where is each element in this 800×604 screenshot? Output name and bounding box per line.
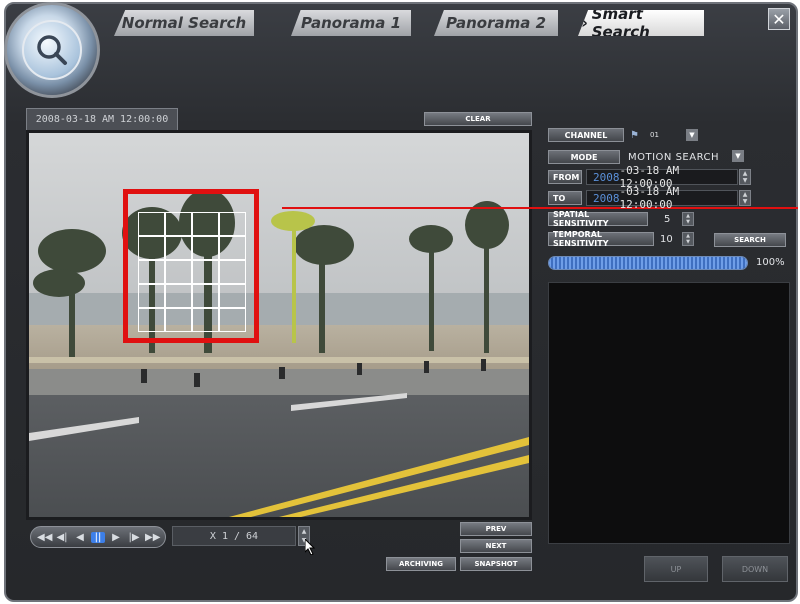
tab-label: Panorama 1 <box>300 14 402 32</box>
spatial-sensitivity-value[interactable]: 5 <box>664 214 670 225</box>
to-stepper[interactable]: ▲ ▼ <box>739 190 751 206</box>
fast-forward-icon[interactable]: ▶▶ <box>145 532 160 543</box>
motion-grid-cell[interactable] <box>138 308 165 332</box>
progress-percent: 100% <box>756 257 785 268</box>
temporal-stepper[interactable]: ▲ ▼ <box>682 232 694 246</box>
stepper-up-icon[interactable]: ▲ <box>743 191 748 198</box>
close-icon: ✕ <box>772 9 786 29</box>
playback-speed: X 1 / 64 <box>172 526 296 546</box>
motion-grid-cell[interactable] <box>219 236 246 260</box>
tab-label: Panorama 2 <box>445 14 547 32</box>
mode-dropdown-icon[interactable]: ▼ <box>732 150 744 162</box>
search-results-list[interactable] <box>548 282 790 544</box>
double-chevron-icon: » <box>578 14 588 32</box>
mouse-cursor-icon <box>305 539 316 555</box>
motion-area-box[interactable] <box>123 189 259 343</box>
motion-grid-cell[interactable] <box>219 212 246 236</box>
tab-panorama-1[interactable]: Panorama 1 <box>291 10 411 36</box>
temporal-sensitivity-label: TEMPORAL SENSITIVITY <box>548 230 654 248</box>
motion-grid-cell[interactable] <box>219 308 246 332</box>
prev-button[interactable]: PREV <box>460 522 532 536</box>
clear-button[interactable]: CLEAR <box>424 112 532 126</box>
video-timestamp: 2008-03-18 AM 12:00:00 <box>26 108 178 130</box>
tab-panorama-2[interactable]: Panorama 2 <box>434 10 558 36</box>
motion-grid-cell[interactable] <box>192 236 219 260</box>
motion-grid-cell[interactable] <box>165 212 192 236</box>
stepper-down-icon[interactable]: ▼ <box>686 239 690 245</box>
motion-grid-cell[interactable] <box>192 308 219 332</box>
tab-bar: Normal Search Panorama 1 Panorama 2 » Sm… <box>6 4 796 38</box>
rewind-icon[interactable]: ◀ <box>73 532 87 543</box>
search-logo <box>4 2 100 98</box>
camera-scene <box>29 133 529 517</box>
motion-grid-cell[interactable] <box>165 284 192 308</box>
motion-grid[interactable] <box>138 212 246 332</box>
pause-icon[interactable]: || <box>91 531 105 543</box>
video-frame[interactable] <box>26 130 532 520</box>
to-label: TO <box>548 191 582 205</box>
search-settings-panel: CHANNEL ⚑ 01 ▼ MODE MOTION SEARCH ▼ FROM… <box>548 128 792 588</box>
stepper-up-icon[interactable]: ▲ <box>302 527 307 536</box>
to-datetime-input[interactable]: 2008 -03-18 AM 12:00:00 <box>586 185 738 211</box>
motion-grid-cell[interactable] <box>138 212 165 236</box>
snapshot-button[interactable]: SNAPSHOT <box>460 557 532 571</box>
motion-grid-cell[interactable] <box>219 260 246 284</box>
channel-dropdown-icon[interactable]: ▼ <box>686 129 698 141</box>
from-datetime-input[interactable]: 2008 -03-18 AM 12:00:00 <box>586 164 738 190</box>
transport-bar: ◀◀ ◀| ◀ || ▶ |▶ ▶▶ <box>30 526 166 548</box>
flag-icon: ⚑ <box>630 130 639 141</box>
search-progress-bar <box>548 256 748 270</box>
from-stepper[interactable]: ▲ ▼ <box>739 169 751 185</box>
stepper-down-icon[interactable]: ▼ <box>743 198 748 205</box>
to-year: 2008 <box>593 191 620 205</box>
temporal-sensitivity-value[interactable]: 10 <box>660 234 673 245</box>
up-button[interactable]: UP <box>644 556 708 582</box>
scene-trees-and-markings <box>29 189 529 517</box>
motion-grid-cell[interactable] <box>165 236 192 260</box>
motion-grid-cell[interactable] <box>138 236 165 260</box>
motion-grid-cell[interactable] <box>192 212 219 236</box>
tab-smart-search[interactable]: » Smart Search <box>578 10 704 36</box>
mode-label: MODE <box>548 150 620 164</box>
motion-grid-cell[interactable] <box>138 284 165 308</box>
spatial-stepper[interactable]: ▲ ▼ <box>682 212 694 226</box>
tab-label: Smart Search <box>591 5 650 41</box>
next-button[interactable]: NEXT <box>460 539 532 553</box>
close-button[interactable]: ✕ <box>768 8 790 30</box>
motion-grid-cell[interactable] <box>165 260 192 284</box>
channel-value[interactable]: 01 <box>650 131 659 139</box>
stepper-down-icon[interactable]: ▼ <box>686 219 690 225</box>
step-forward-icon[interactable]: |▶ <box>127 532 141 543</box>
stepper-down-icon[interactable]: ▼ <box>743 177 748 184</box>
from-label: FROM <box>548 170 582 184</box>
spatial-sensitivity-label: SPATIAL SENSITIVITY <box>548 210 648 228</box>
archiving-button[interactable]: ARCHIVING <box>386 557 456 571</box>
tab-label: Normal Search <box>121 14 247 32</box>
tab-normal-search[interactable]: Normal Search <box>114 10 254 36</box>
mode-value[interactable]: MOTION SEARCH <box>628 152 719 163</box>
motion-grid-cell[interactable] <box>192 284 219 308</box>
down-button[interactable]: DOWN <box>722 556 788 582</box>
step-back-icon[interactable]: ◀| <box>55 532 69 543</box>
search-button[interactable]: SEARCH <box>714 233 786 247</box>
video-panel: 2008-03-18 AM 12:00:00 CLEAR <box>22 108 534 520</box>
progress-fill <box>549 257 747 269</box>
stepper-up-icon[interactable]: ▲ <box>743 170 748 177</box>
to-date-rest: -03-18 AM 12:00:00 <box>619 185 680 211</box>
motion-grid-cell[interactable] <box>138 260 165 284</box>
playback-controls: ◀◀ ◀| ◀ || ▶ |▶ ▶▶ X 1 / 64 ▲ ▼ PREV NEXT ARCH… <box>30 520 532 580</box>
magnifier-icon <box>22 20 82 80</box>
play-icon[interactable]: ▶ <box>109 532 123 543</box>
motion-grid-cell[interactable] <box>219 284 246 308</box>
channel-label: CHANNEL <box>548 128 624 142</box>
motion-grid-cell[interactable] <box>192 260 219 284</box>
motion-grid-cell[interactable] <box>165 308 192 332</box>
from-year: 2008 <box>593 170 620 184</box>
fast-rewind-icon[interactable]: ◀◀ <box>37 532 52 543</box>
